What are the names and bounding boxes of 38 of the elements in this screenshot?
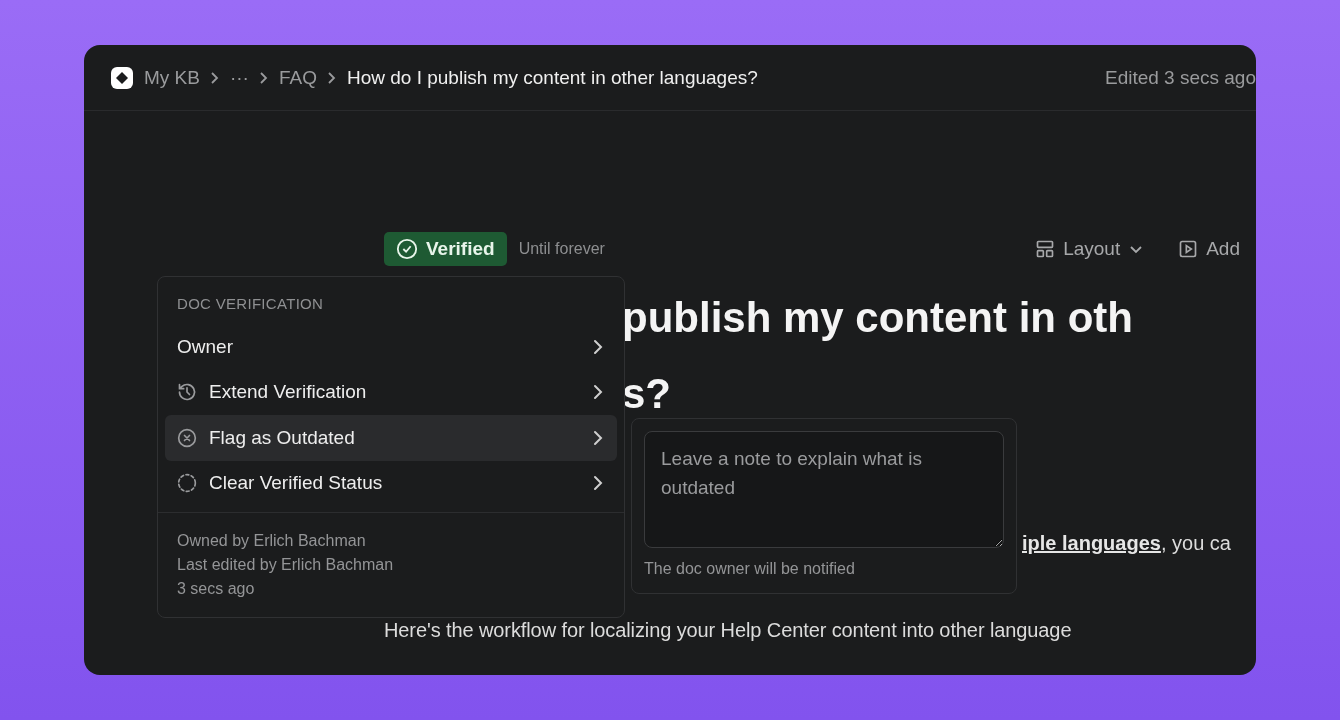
menu-heading: DOC VERIFICATION [176, 294, 325, 314]
verification-expiry: Until forever [518, 240, 605, 258]
menu-item[interactable]: Flag as Outdated [165, 415, 617, 461]
chevron-right-icon [591, 429, 605, 446]
breadcrumb-link[interactable]: ··· [229, 66, 249, 89]
x-circle-icon [177, 427, 197, 448]
page-title: publish my content in oth [622, 294, 1133, 341]
body-text: Here's the workflow for localizing your Help Center content into other language [384, 619, 1072, 641]
chevron-right-icon [326, 70, 337, 85]
menu-footer-text: Last edited by Erlich Bachman [177, 555, 395, 575]
chevron-right-icon [258, 70, 269, 85]
chevron-right-icon [591, 338, 605, 355]
menu-footer-text: 3 secs ago [177, 579, 256, 599]
body-text: iple languages, you ca [1022, 532, 1231, 554]
menu-footer-text: Owned by Erlich Bachman [177, 531, 367, 551]
logo-icon [110, 65, 134, 90]
chevron-right-icon [591, 384, 605, 401]
note-field[interactable]: Leave a note to explain what is outdated [644, 431, 1004, 548]
menu-item[interactable]: Extend Verification [165, 369, 617, 415]
breadcrumb-link[interactable]: FAQ [278, 66, 317, 89]
verified-badge[interactable]: Verified [384, 232, 507, 266]
hint-text: The doc owner will be notified [644, 559, 856, 578]
menu-item[interactable]: Owner [165, 324, 617, 370]
chevron-right-icon [209, 70, 220, 85]
link[interactable]: iple languages [1022, 532, 1161, 554]
layout-dropdown[interactable]: Layout [1035, 238, 1145, 260]
history-icon [177, 382, 197, 403]
breadcrumb-current: How do I publish my content in other languages? [346, 66, 758, 89]
page-title: s? [622, 370, 671, 417]
chevron-right-icon [591, 475, 605, 492]
check-circle-icon [396, 238, 418, 260]
menu-item[interactable]: Clear Verified Status [165, 460, 617, 506]
add-button[interactable]: Add [1178, 238, 1240, 260]
dashed-circle-icon [177, 473, 197, 494]
play-square-icon [1178, 239, 1199, 259]
edited-status: Edited 3 secs ago [1104, 66, 1256, 89]
breadcrumb-link[interactable]: My KB [144, 66, 200, 89]
layout-icon [1035, 239, 1056, 259]
